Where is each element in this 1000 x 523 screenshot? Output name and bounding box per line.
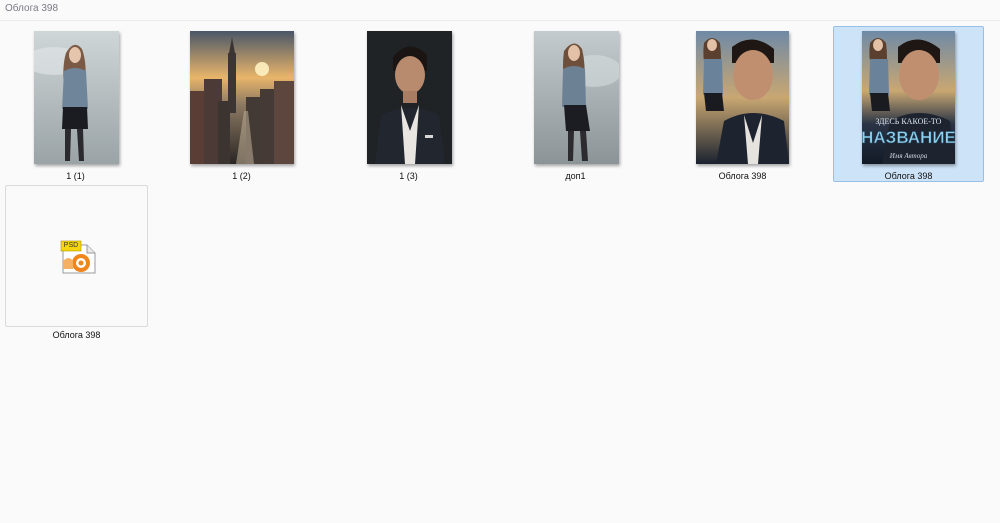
thumbnail-woman-portrait — [34, 31, 119, 164]
file-name: Облога 398 — [884, 171, 933, 181]
file-item-psd[interactable]: PSD Облога 398 — [5, 185, 148, 340]
cover-subtitle-text: ЗДЕСЬ КАКОЕ-ТО — [876, 117, 942, 126]
psd-file-icon: PSD — [59, 239, 99, 275]
file-name: Облога 398 — [52, 330, 101, 340]
address-bar[interactable]: Облога 398 — [0, 0, 1000, 21]
explorer-window: Облога 398 1 (1) 1 (2) 1 (3) доп1 Облога… — [0, 0, 1000, 523]
cover-title-text: НАЗВАНИЕ — [862, 128, 955, 147]
file-name: 1 (2) — [232, 171, 251, 181]
file-name: Облога 398 — [718, 171, 767, 181]
file-item[interactable]: 1 (3) — [333, 26, 484, 182]
thumbnail-city-sunset — [190, 31, 294, 164]
folder-title: Облога 398 — [5, 3, 59, 14]
file-name: 1 (3) — [399, 171, 418, 181]
file-item[interactable]: Облога 398 — [667, 26, 818, 182]
cover-author-text: Имя Автора — [889, 152, 928, 160]
file-item[interactable]: 1 (1) — [0, 26, 151, 182]
file-item[interactable]: 1 (2) — [166, 26, 317, 182]
thumbnail-cover-draft — [696, 31, 789, 164]
file-item[interactable]: доп1 — [500, 26, 651, 182]
psd-badge-label: PSD — [63, 242, 79, 249]
thumbnail-book-cover: ЗДЕСЬ КАКОЕ-ТО НАЗВАНИЕ Имя Автора — [862, 31, 955, 164]
thumbnail-woman-portrait-2 — [534, 31, 619, 164]
file-item-selected[interactable]: ЗДЕСЬ КАКОЕ-ТО НАЗВАНИЕ Имя Автора Облог… — [833, 26, 984, 182]
thumbnail-man-portrait — [367, 31, 452, 164]
file-name: 1 (1) — [66, 171, 85, 181]
file-name: доп1 — [565, 171, 586, 181]
